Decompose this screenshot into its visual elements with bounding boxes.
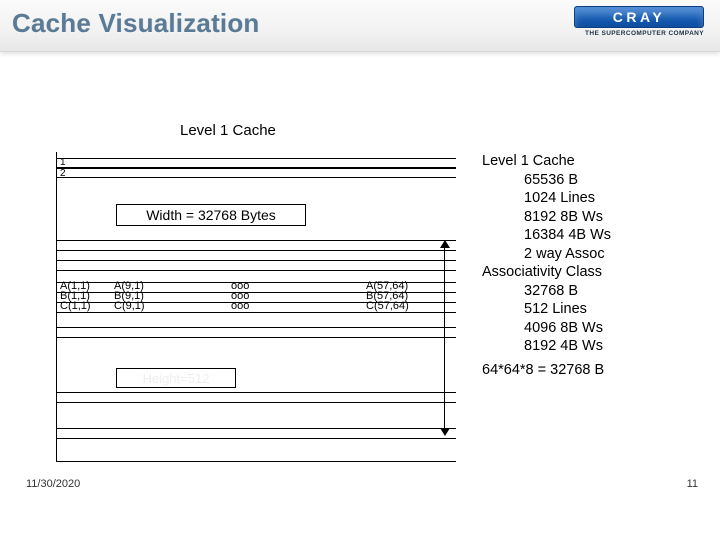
cache-diagram: 1 2 Width = 32768 Bytes A(1,1) B(1,1) C(… xyxy=(36,152,456,462)
diagram-caption: Level 1 Cache xyxy=(180,122,276,139)
info-line: 8192 4B Ws xyxy=(482,337,611,356)
width-label-box: Width = 32768 Bytes xyxy=(116,204,306,226)
line-group xyxy=(56,392,456,412)
info-heading: Level 1 Cache xyxy=(482,152,611,171)
ellipsis: ooo xyxy=(231,300,249,312)
info-line: 65536 B xyxy=(482,171,611,190)
height-arrow xyxy=(440,240,450,436)
info-line: 512 Lines xyxy=(482,300,611,319)
row-number: 2 xyxy=(60,168,66,179)
row-number: 1 xyxy=(60,157,66,168)
line-group-upper xyxy=(56,240,456,280)
height-label-box: Height=512 xyxy=(116,368,236,388)
footer-page-number: 11 xyxy=(687,478,698,490)
line-group xyxy=(56,327,456,347)
cell-label: C(9,1) xyxy=(114,300,145,312)
row-2 xyxy=(56,168,456,178)
logo-subtitle: The Supercomputer Company xyxy=(574,30,704,37)
info-line: 32768 B xyxy=(482,282,611,301)
equation-text: 64*64*8 = 32768 B xyxy=(482,362,604,378)
arrow-down-icon xyxy=(440,428,450,436)
row-1 xyxy=(56,158,456,168)
logo-text: CRAY xyxy=(574,6,704,28)
x-axis xyxy=(56,461,456,462)
info-heading: Associativity Class xyxy=(482,263,611,282)
info-line: 8192 8B Ws xyxy=(482,208,611,227)
cell-label: C(57,64) xyxy=(366,300,409,312)
info-panel: Level 1 Cache 65536 B 1024 Lines 8192 8B… xyxy=(482,152,611,356)
info-line: 1024 Lines xyxy=(482,189,611,208)
info-line: 4096 8B Ws xyxy=(482,319,611,338)
footer-date: 11/30/2020 xyxy=(26,478,80,490)
line-group-lower xyxy=(56,428,456,448)
slide-body: Level 1 Cache 1 2 Width = 32768 Bytes A(… xyxy=(0,52,720,500)
header-bar: Cache Visualization CRAY The Supercomput… xyxy=(0,0,720,52)
info-line: 2 way Assoc xyxy=(482,245,611,264)
brand-logo: CRAY The Supercomputer Company xyxy=(574,6,704,37)
arrow-up-icon xyxy=(440,240,450,248)
cell-label: C(1,1) xyxy=(60,300,91,312)
page-title: Cache Visualization xyxy=(12,8,260,39)
info-line: 16384 4B Ws xyxy=(482,226,611,245)
